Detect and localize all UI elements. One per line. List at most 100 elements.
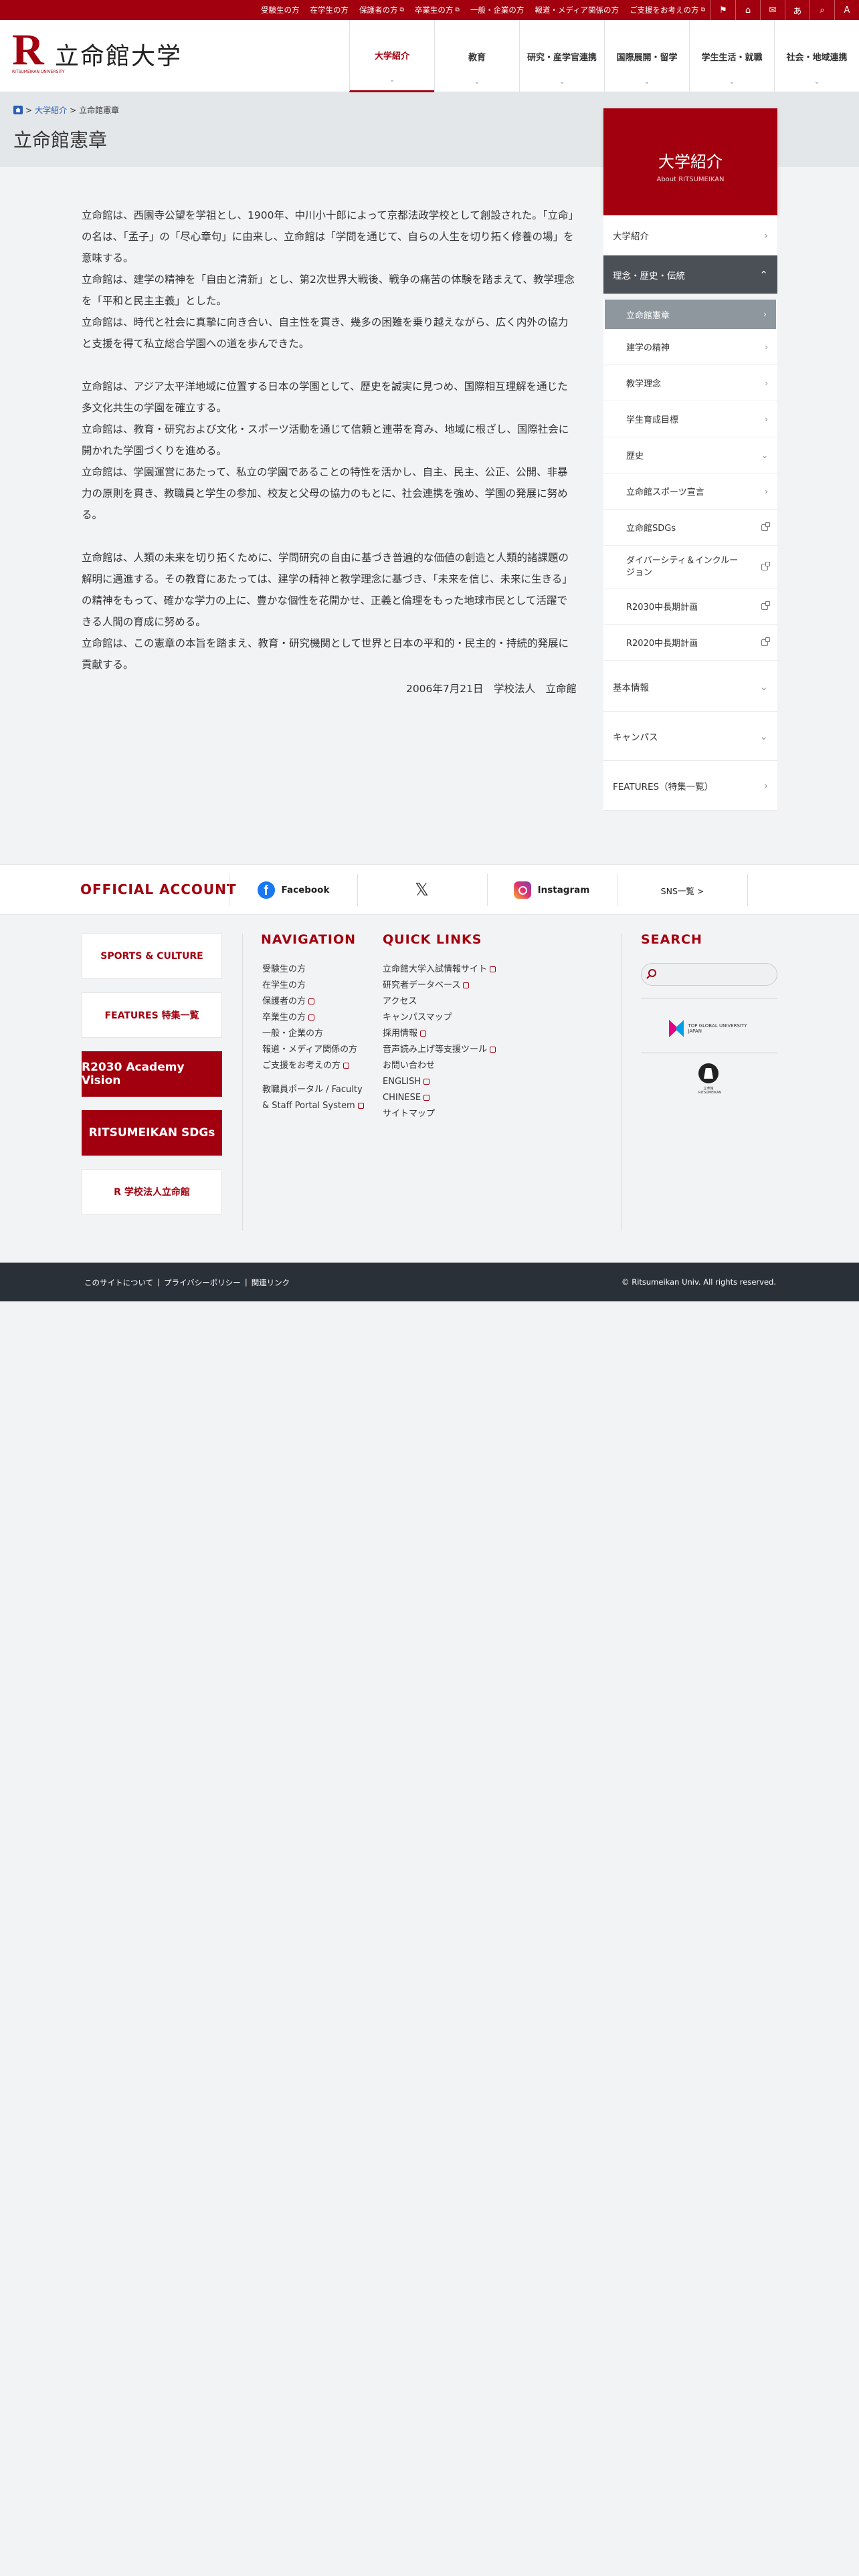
nav-item[interactable]: 学生生活・就職 ⌄ [689,20,774,92]
footer-link[interactable]: お問い合わせ [383,1058,530,1074]
sidebar-subitem[interactable]: 学生育成目標 › [603,401,777,437]
page-background [0,1301,859,2576]
breadcrumb-link[interactable]: 大学紹介 [35,104,67,116]
footer-link-label: 一般・企業の方 [262,1029,324,1039]
utility-link[interactable]: 一般・企業の方 [465,5,530,15]
footer-link[interactable]: 一般・企業の方 [262,1026,369,1042]
sns-link[interactable]: f Facebook [229,874,357,906]
sidebar-subitem[interactable]: ダイバーシティ＆インクルージョン [603,546,777,588]
logo-name: 立命館大学 [55,43,183,70]
utility-link-label: ご支援をお考えの方 [630,5,699,15]
building-icon[interactable]: ⌂ [735,0,760,20]
footer-bottom-link[interactable]: プライバシーポリシー [164,1277,241,1288]
footer-link[interactable]: ご支援をお考えの方 [262,1058,369,1074]
sidebar-item[interactable]: FEATURES（特集一覧） › [603,761,777,811]
emblem-logo[interactable]: 立命館 RITSUMEIKAN [698,1063,721,1097]
home-icon[interactable] [13,106,23,114]
footer-link[interactable]: 受験生の方 [262,962,369,978]
footer-banner[interactable]: FEATURES 特集一覧 [82,992,222,1038]
footer-link[interactable]: 採用情報 [383,1026,530,1042]
nav-item[interactable]: 教育 ⌄ [434,20,519,92]
footer-link[interactable]: 音声読み上げ等支援ツール [383,1042,530,1058]
utility-icons: ⚑ ⌂ ✉ あ ⌕ A [710,0,859,20]
footer-link[interactable]: 保護者の方 [262,994,369,1010]
font-size-icon[interactable]: A [834,0,859,20]
footer-banner[interactable]: SPORTS & CULTURE [82,934,222,979]
footer-link-label: 保護者の方 [262,996,306,1006]
language-icon[interactable]: あ [785,0,809,20]
sidebar-subitem[interactable]: 立命館SDGs [603,510,777,546]
footer-link[interactable]: 教職員ポータル / Faculty & Staff Portal System [262,1082,369,1114]
footer-link[interactable]: アクセス [383,994,530,1010]
chevron-down-icon: ⌄ [474,79,480,86]
sns-label: Facebook [281,885,330,895]
nav-item[interactable]: 研究・産学官連携 ⌄ [519,20,604,92]
sns-link[interactable]: Instagram [487,874,615,906]
footer-link[interactable]: キャンパスマップ [383,1010,530,1026]
footer-bottom-link[interactable]: 関連リンク [252,1277,290,1288]
chevron-down-icon: ⌄ [729,79,735,86]
sidebar-subitem[interactable]: 建学の精神 › [603,329,777,365]
breadcrumb-sep: > [70,105,77,115]
footer-link[interactable]: CHINESE [383,1090,530,1106]
footer-link[interactable]: サイトマップ [383,1106,530,1122]
sidebar: 大学紹介 About RITSUMEIKAN 大学紹介 › 理念・歴史・伝統 ⌃… [603,108,777,811]
footer-bottom-link[interactable]: このサイトについて [84,1277,153,1288]
sidebar-subitem[interactable]: 立命館スポーツ宣言 › [603,473,777,510]
utility-link[interactable]: ご支援をお考えの方 ⧉ [624,5,710,15]
utility-link[interactable]: 卒業生の方 ⧉ [409,5,465,15]
footer-link[interactable]: 在学生の方 [262,978,369,994]
sidebar-item[interactable]: 基本情報 ⌄ [603,662,777,712]
footer-banner[interactable]: R2030 Academy Vision [82,1051,222,1097]
chevron-right-icon: › [763,310,767,319]
chevron-right-icon: › [764,229,768,241]
sns-link[interactable]: SNS一覧 > [617,874,748,906]
sidebar-header: 大学紹介 About RITSUMEIKAN [603,108,777,215]
search-icon [648,969,656,977]
utility-link[interactable]: 保護者の方 ⧉ [354,5,409,15]
footer-link[interactable]: ENGLISH [383,1074,530,1090]
external-link-icon [308,998,315,1004]
footer-search-input[interactable] [641,963,777,986]
site-logo[interactable]: R RITSUMEIKAN UNIVERSITY 立命館大学 [12,28,183,79]
sns-link[interactable]: 𝕏X [357,874,486,906]
utility-link[interactable]: 報道・メディア関係の方 [529,5,624,15]
nav-item[interactable]: 国際展開・留学 ⌄ [604,20,689,92]
utility-link-label: 保護者の方 [359,5,398,15]
external-link-icon [761,522,770,531]
external-link-icon: ⧉ [399,7,404,13]
sidebar-item[interactable]: キャンパス ⌄ [603,712,777,761]
nav-item[interactable]: 大学紹介 ⌄ [349,20,434,92]
footer-link[interactable]: 立命館大学入試情報サイト [383,962,530,978]
footer-link[interactable]: 研究者データベース [383,978,530,994]
footer-link-label: 受験生の方 [262,964,306,974]
search-icon[interactable]: ⌕ [809,0,834,20]
footer-banner[interactable]: RITSUMEIKAN SDGs [82,1110,222,1156]
external-link-icon [490,966,496,972]
utility-link[interactable]: 在学生の方 [304,5,354,15]
sidebar-section-philosophy[interactable]: 理念・歴史・伝統 ⌃ [603,255,777,294]
sidebar-subitem[interactable]: R2020中長期計画 [603,625,777,661]
charter-paragraph: 立命館は、人類の未来を切り拓くために、学問研究の自由に基づき普遍的な価値の創造と… [82,552,573,628]
footer-link[interactable]: 報道・メディア関係の方 [262,1042,369,1058]
site-header: R RITSUMEIKAN UNIVERSITY 立命館大学 大学紹介 ⌄ 教育 ⌄ 研… [0,20,859,92]
external-link-icon [420,1031,427,1037]
footer-link[interactable]: 卒業生の方 [262,1010,369,1026]
page-title: 立命館憲章 [13,129,108,151]
utility-link[interactable]: 受験生の方 [256,5,305,15]
mail-icon[interactable]: ✉ [760,0,785,20]
sidebar-subitem[interactable]: 教学理念 › [603,365,777,401]
footer-banner[interactable]: R 学校法人立命館 [82,1169,222,1214]
map-icon[interactable]: ⚑ [710,0,735,20]
sidebar-subitem[interactable]: R2030中長期計画 [603,588,777,625]
official-account-title: OFFICIAL ACCOUNT [80,881,237,897]
sidebar-subitem[interactable]: 歴史 ⌄ [603,437,777,473]
nav-item[interactable]: 社会・地域連携 ⌄ [774,20,859,92]
tgu-logo[interactable]: TOP GLOBAL UNIVERSITY JAPAN [669,1014,752,1043]
sidebar-subitem[interactable]: 立命館憲章 › [605,300,776,329]
footer-divider [621,934,622,1231]
sidebar-item-about[interactable]: 大学紹介 › [603,215,777,255]
footer-link-label: ご支援をお考えの方 [262,1061,341,1071]
